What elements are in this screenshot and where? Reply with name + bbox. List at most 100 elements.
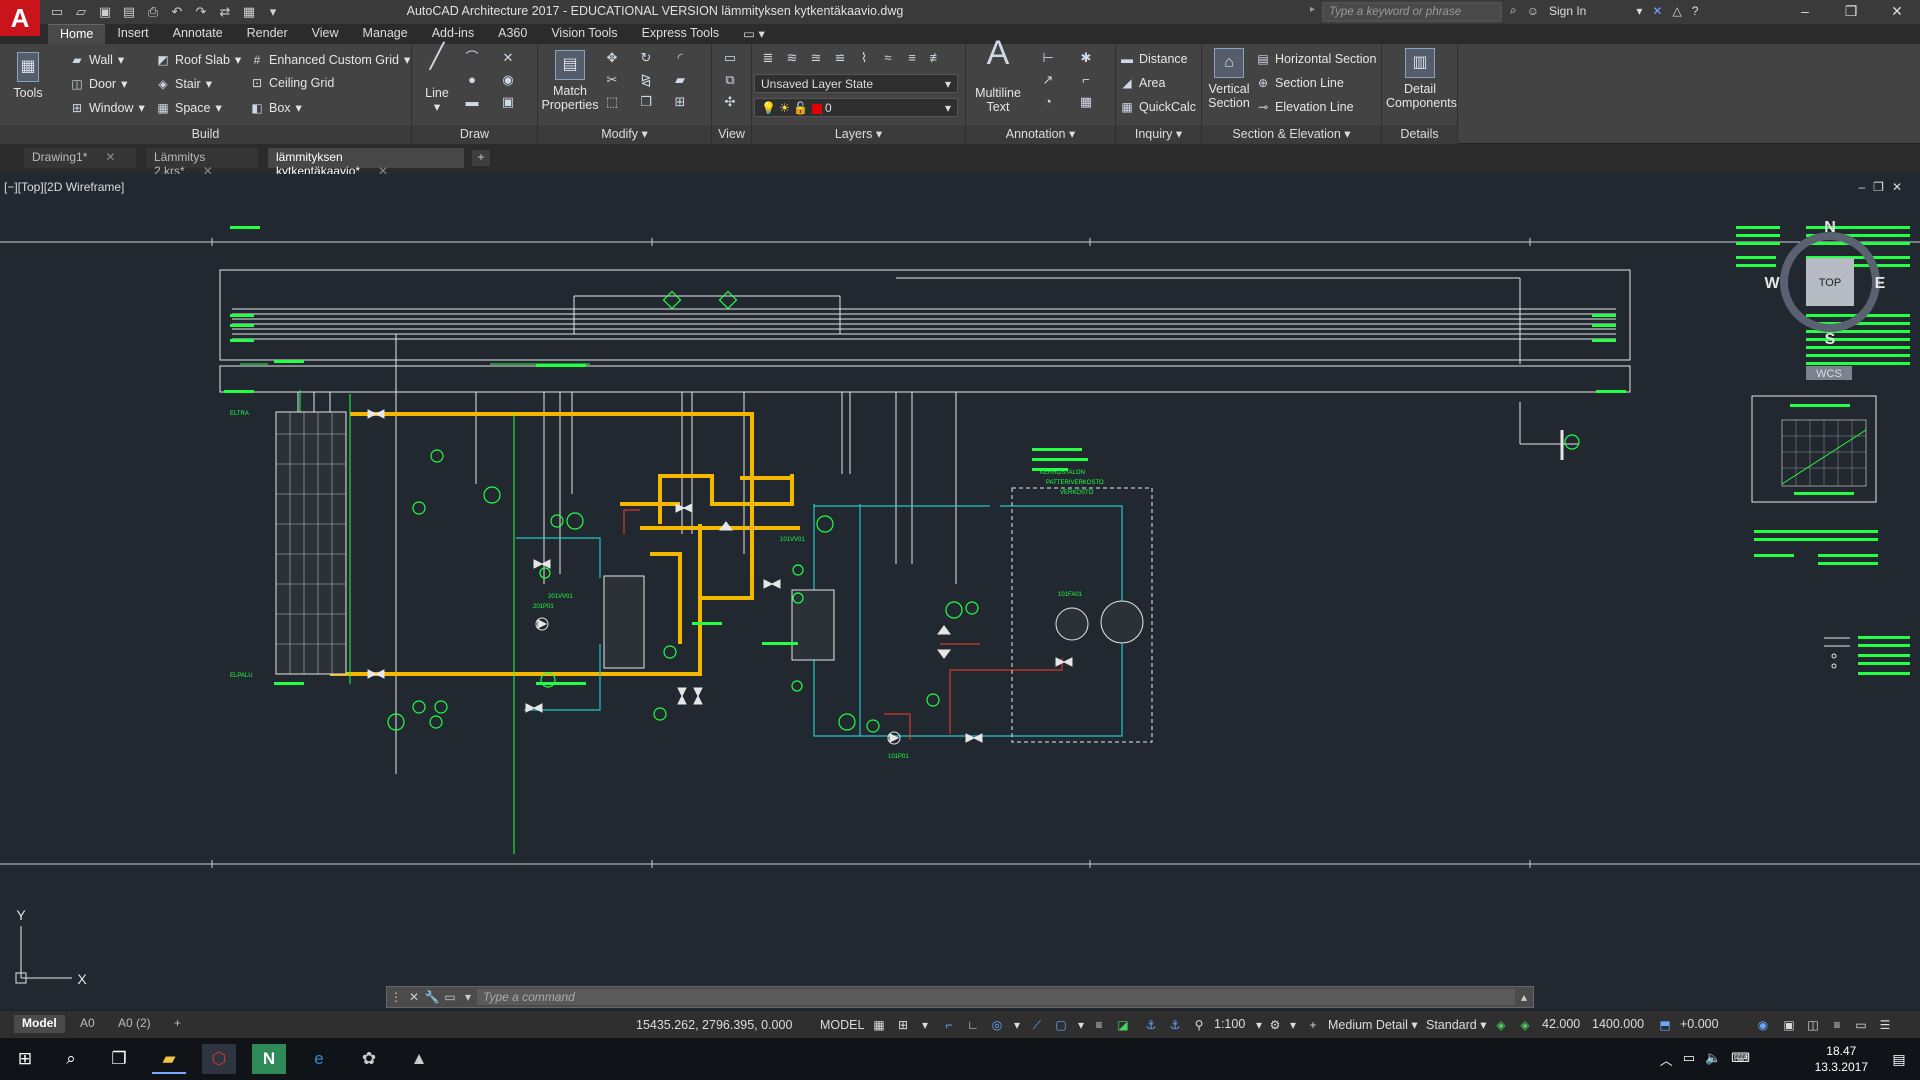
command-input[interactable]: Type a command xyxy=(477,989,1515,1005)
area-button[interactable]: ◢ Area xyxy=(1120,76,1165,90)
compass-north[interactable]: N xyxy=(1824,219,1836,236)
horizontal-section-button[interactable]: ▤ Horizontal Section xyxy=(1256,52,1376,66)
layer-off-icon[interactable]: ⌇ xyxy=(856,50,872,66)
drawing-viewport[interactable]: ELTRA ELPALU PATTERIVERKOSTO KERROSTALON… xyxy=(0,174,1920,1016)
window-button[interactable]: ⊞ Window ▾ xyxy=(70,100,145,116)
viewport-restore-icon[interactable]: ❐ xyxy=(1873,180,1884,194)
circle-icon[interactable]: ● xyxy=(464,72,480,88)
auto-scale-icon[interactable]: ⚓ xyxy=(1168,1018,1182,1032)
add-icon[interactable]: + xyxy=(1306,1018,1320,1032)
network-icon[interactable]: ▭ xyxy=(1683,1050,1695,1069)
layer-isolate-icon[interactable]: ≌ xyxy=(832,50,848,66)
dimension-icon[interactable]: ⊢ xyxy=(1040,50,1056,66)
layout-tab-a0[interactable]: A0 xyxy=(72,1015,103,1033)
current-layer-dropdown[interactable]: 💡 ☀ 🔓 0 ▾ xyxy=(754,98,958,117)
task-view-icon[interactable]: ❐ xyxy=(102,1044,136,1074)
autocad-taskbar-icon[interactable]: ⬡ xyxy=(202,1044,236,1074)
window-dropdown-icon[interactable]: ▾ xyxy=(138,100,144,115)
hatch-icon[interactable]: ◉ xyxy=(500,72,516,88)
scale-icon[interactable]: ▰ xyxy=(672,72,688,88)
close-tab-icon[interactable]: ✕ xyxy=(105,150,115,164)
sign-in-link[interactable]: Sign In xyxy=(1549,4,1586,18)
status-customize-icon[interactable]: ≡ xyxy=(1830,1018,1844,1032)
viewport-close-icon[interactable]: ✕ xyxy=(1892,180,1902,194)
tab-home[interactable]: Home xyxy=(48,24,106,44)
cut-plane-icon[interactable]: ◈ xyxy=(1518,1018,1532,1032)
tab-express-tools[interactable]: Express Tools xyxy=(630,24,732,44)
surface-hatch-icon[interactable]: ◈ xyxy=(1494,1018,1508,1032)
detail-components-button[interactable]: ▥ Detail Components xyxy=(1386,48,1457,110)
binoculars-icon[interactable]: ⌕ xyxy=(1510,3,1517,18)
polyline-icon[interactable]: ⌒ xyxy=(464,50,480,66)
viewport-config-icon[interactable]: ▭ xyxy=(722,50,738,66)
tab-add-ins[interactable]: Add-ins xyxy=(420,24,486,44)
callout-icon[interactable]: ◔ xyxy=(1040,94,1056,110)
workspace-dropdown-icon[interactable]: ▾ xyxy=(1286,1018,1300,1032)
rotate-icon[interactable]: ↻ xyxy=(638,50,654,66)
transparency-icon[interactable]: ◪ xyxy=(1116,1018,1130,1032)
space-dropdown-icon[interactable]: ▾ xyxy=(215,100,221,115)
isolate-objects-icon[interactable]: ◉ xyxy=(1756,1018,1770,1032)
roof-slab-button[interactable]: ◩ Roof Slab ▾ xyxy=(156,52,241,68)
polar-dropdown-icon[interactable]: ▾ xyxy=(1010,1018,1024,1032)
application-menu-button[interactable]: A xyxy=(0,0,40,36)
match-properties-button[interactable]: ▤ Match Properties xyxy=(540,50,600,112)
search-icon[interactable]: ⌕ xyxy=(54,1044,88,1074)
windows-start-icon[interactable]: ⊞ xyxy=(8,1044,42,1074)
doc-tab-kytkentakaavio[interactable]: lämmityksen kytkentäkaavio* ✕ xyxy=(268,148,464,178)
display-detail-dropdown[interactable]: Medium Detail ▾ xyxy=(1328,1017,1418,1032)
cmd-recent-dropdown-icon[interactable]: ▾ xyxy=(459,990,477,1004)
file-explorer-icon[interactable]: ▰ xyxy=(152,1044,186,1074)
box-button[interactable]: ◧ Box ▾ xyxy=(250,100,302,116)
action-center-icon[interactable]: ▤ xyxy=(1882,1044,1916,1074)
cmd-history-icon[interactable]: ▴ xyxy=(1515,990,1533,1004)
array-icon[interactable]: ⊞ xyxy=(672,94,688,110)
navigate-icon[interactable]: ✣ xyxy=(722,94,738,110)
cmd-grip-icon[interactable]: ⋮ xyxy=(387,990,405,1004)
leader-icon[interactable]: ↗ xyxy=(1040,72,1056,88)
settings-app-icon[interactable]: ✿ xyxy=(352,1044,386,1074)
inquiry-panel-title[interactable]: Inquiry ▾ xyxy=(1116,125,1201,144)
tab-view[interactable]: View xyxy=(300,24,351,44)
quickcalc-button[interactable]: ▦ QuickCalc xyxy=(1120,100,1196,114)
minimize-icon[interactable]: – xyxy=(1782,0,1828,24)
compass-east[interactable]: E xyxy=(1875,275,1886,292)
vertical-section-button[interactable]: ⌂ Vertical Section xyxy=(1206,48,1252,110)
line-button[interactable]: ╱ Line ▾ xyxy=(418,45,456,115)
copy-icon[interactable]: ❐ xyxy=(638,94,654,110)
menu-icon[interactable]: ☰ xyxy=(1878,1018,1892,1032)
distance-button[interactable]: ▬ Distance xyxy=(1120,52,1188,66)
tools-button[interactable]: ▦ Tools xyxy=(8,52,48,100)
ortho-icon[interactable]: ∟ xyxy=(966,1018,980,1032)
hardware-acceleration-icon[interactable]: ▣ xyxy=(1782,1018,1796,1032)
enhanced-custom-grid-button[interactable]: # Enhanced Custom Grid ▾ xyxy=(250,52,411,68)
annotation-visibility-icon[interactable]: ⚓ xyxy=(1144,1018,1158,1032)
fullscreen-icon[interactable]: ▭ xyxy=(1854,1018,1868,1032)
polar-tracking-icon[interactable]: ◎ xyxy=(990,1018,1004,1032)
ribbon-options-icon[interactable]: ▭ ▾ xyxy=(731,24,777,44)
internet-explorer-icon[interactable]: e xyxy=(302,1044,336,1074)
tab-a360[interactable]: A360 xyxy=(486,24,539,44)
exchange-apps-icon[interactable]: ✕ xyxy=(1652,4,1662,18)
cmd-customize-icon[interactable]: 🔧 xyxy=(423,990,441,1004)
tab-render[interactable]: Render xyxy=(235,24,300,44)
osnap-dropdown-icon[interactable]: ▾ xyxy=(1074,1018,1088,1032)
layer-walk-icon[interactable]: ≢ xyxy=(928,50,944,66)
space-button[interactable]: ▦ Space ▾ xyxy=(156,100,221,116)
roof-slab-dropdown-icon[interactable]: ▾ xyxy=(235,52,241,67)
show-hidden-icons[interactable]: ︿ xyxy=(1660,1050,1673,1069)
workspace-gear-icon[interactable]: ⚙ xyxy=(1268,1018,1282,1032)
taskbar-clock[interactable]: 18.47 13.3.2017 xyxy=(1815,1043,1868,1075)
stair-dropdown-icon[interactable]: ▾ xyxy=(206,76,212,91)
viewport-controls-label[interactable]: [−][Top][2D Wireframe] xyxy=(4,180,124,194)
elevation-icon[interactable]: ⬒ xyxy=(1658,1018,1672,1032)
tab-insert[interactable]: Insert xyxy=(105,24,160,44)
box-dropdown-icon[interactable]: ▾ xyxy=(296,100,302,115)
multiline-text-button[interactable]: A Multiline Text xyxy=(970,36,1026,114)
section-line-button[interactable]: ⊕ Section Line xyxy=(1256,76,1344,90)
layer-match-icon[interactable]: ≋ xyxy=(784,50,800,66)
compass-south[interactable]: S xyxy=(1825,331,1836,348)
stretch-icon[interactable]: ⬚ xyxy=(604,94,620,110)
restore-icon[interactable]: ❐ xyxy=(1828,0,1874,24)
section-panel-title[interactable]: Section & Elevation ▾ xyxy=(1202,125,1381,144)
